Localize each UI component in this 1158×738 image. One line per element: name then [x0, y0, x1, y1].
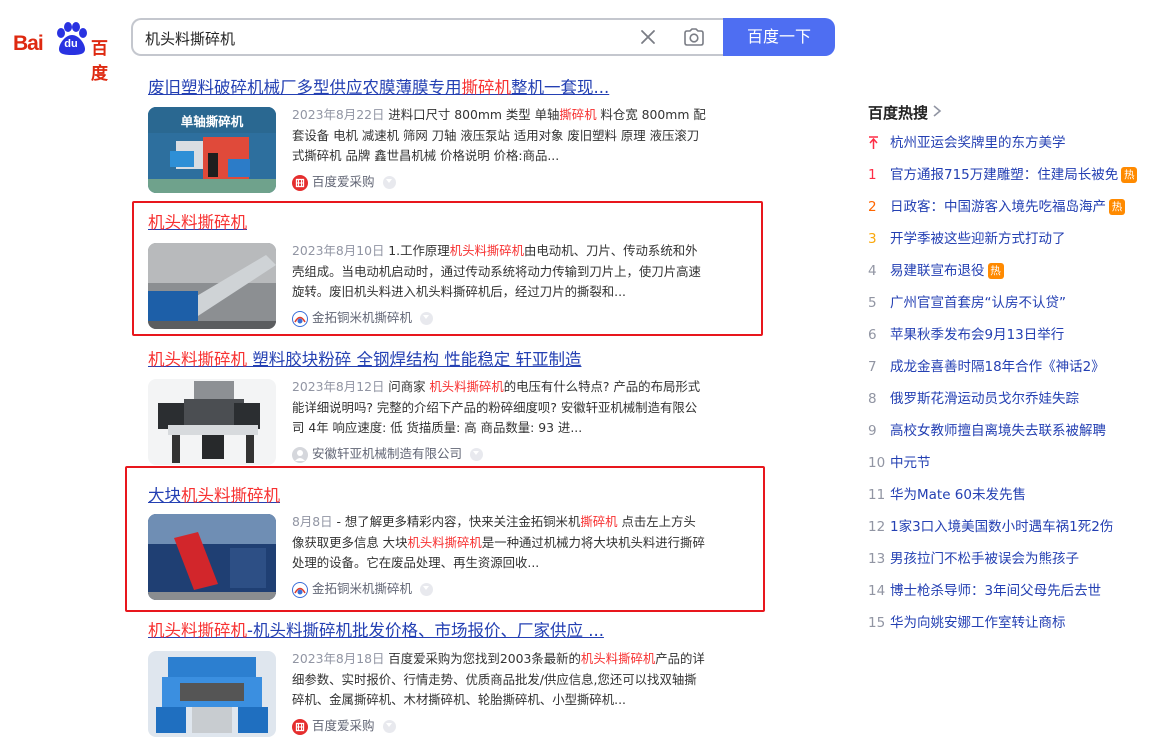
result-abstract: 8月8日 - 想了解更多精彩内容，快来关注金拓铜米机撕碎机 点击左上方头像获取更… — [292, 514, 705, 570]
hot-badge: 热 — [1121, 167, 1138, 183]
hot-item[interactable]: 4 易建联宣布退役热 — [868, 261, 1004, 281]
logo-du: du — [64, 38, 78, 50]
hot-item[interactable]: 11 华为Mate 60未发先售 — [868, 485, 1026, 505]
hot-item[interactable]: 8 俄罗斯花滑运动员戈尔乔娃失踪 — [868, 389, 1079, 409]
hot-item[interactable]: 6 苹果秋季发布会9月13日举行 — [868, 325, 1064, 345]
result-title-link[interactable]: 机头料撕碎机 — [148, 212, 718, 234]
result-thumbnail[interactable] — [148, 651, 276, 737]
hot-item[interactable]: 14 博士枪杀导师：3年间父母先后去世 — [868, 581, 1101, 601]
aicaigou-icon — [292, 174, 308, 191]
dropdown-icon[interactable] — [420, 583, 434, 596]
hot-item[interactable]: 7 成龙金喜善时隔18年合作《神话2》 — [868, 357, 1105, 377]
hot-item[interactable]: 1 官方通报715万建雕塑：住建局长被免热 — [868, 165, 1138, 185]
result-source[interactable]: 百度爱采购 — [292, 173, 396, 191]
result-abstract: 2023年8月10日 1.工作原理机头料撕碎机由电动机、刀片、传动系统和外壳组成… — [292, 243, 701, 299]
search-box — [131, 18, 723, 56]
dropdown-icon[interactable] — [382, 720, 396, 733]
search-result: 废旧塑料破碎机械厂多型供应农膜薄膜专用撕碎机整机一套现... 单轴撕碎机 202… — [148, 77, 718, 193]
aicaigou-icon — [292, 718, 308, 735]
hot-search-title[interactable]: 百度热搜 — [868, 102, 928, 123]
result-source[interactable]: 金拓铜米机撕碎机 — [292, 580, 434, 598]
dropdown-icon[interactable] — [420, 312, 434, 325]
camera-icon[interactable] — [683, 27, 705, 47]
result-thumbnail[interactable] — [148, 514, 276, 600]
pin-top-icon — [869, 136, 878, 149]
search-result: 机头料撕碎机-机头料撕碎机批发价格、市场报价、厂家供应 ... 2023年8月1… — [148, 620, 718, 737]
search-input[interactable] — [145, 27, 625, 49]
hot-item[interactable]: 15 华为向姚安娜工作室转让商标 — [868, 613, 1066, 633]
result-title-link[interactable]: 机头料撕碎机 塑料胶块粉碎 全钢焊结构 性能稳定 轩亚制造 — [148, 349, 718, 371]
logo-chinese: 百度 — [91, 39, 108, 84]
hot-item[interactable]: 5 广州官宣首套房“认房不认贷” — [868, 293, 1066, 313]
result-source[interactable]: 百度爱采购 — [292, 717, 396, 735]
hot-item[interactable]: 12 1家3口入境美国数小时遇车祸1死2伤 — [868, 517, 1113, 537]
result-thumbnail[interactable] — [148, 243, 276, 329]
dropdown-icon[interactable] — [382, 176, 396, 189]
search-button[interactable]: 百度一下 — [723, 18, 835, 56]
hot-item[interactable]: 3 开学季被这些迎新方式打动了 — [868, 229, 1066, 249]
jintuo-logo-icon — [292, 310, 308, 327]
jintuo-logo-icon — [292, 581, 308, 598]
chevron-right-icon[interactable] — [932, 104, 942, 118]
hot-item[interactable]: 2 日政客：中国游客入境先吃福岛海产热 — [868, 197, 1125, 217]
result-abstract: 2023年8月18日 百度爱采购为您找到2003条最新的机头料撕碎机产品的详细参… — [292, 651, 705, 707]
result-source[interactable]: 安徽轩亚机械制造有限公司 — [292, 445, 484, 463]
clear-icon[interactable] — [639, 28, 657, 46]
result-abstract: 2023年8月12日 问商家 机头料撕碎机的电压有什么特点? 产品的布局形式能详… — [292, 379, 701, 435]
hot-item[interactable]: 9 高校女教师擅自离境失去联系被解聘 — [868, 421, 1106, 441]
result-abstract: 2023年8月22日 进料口尺寸 800mm 类型 单轴撕碎机 料仓宽 800m… — [292, 107, 706, 163]
result-title-link[interactable]: 机头料撕碎机-机头料撕碎机批发价格、市场报价、厂家供应 ... — [148, 620, 718, 642]
dropdown-icon[interactable] — [470, 448, 484, 461]
result-title-link[interactable]: 大块机头料撕碎机 — [148, 485, 718, 507]
result-thumbnail[interactable]: 单轴撕碎机 — [148, 107, 276, 193]
thumb-caption: 单轴撕碎机 — [180, 114, 244, 129]
result-source[interactable]: 金拓铜米机撕碎机 — [292, 309, 434, 327]
result-thumbnail[interactable] — [148, 379, 276, 465]
search-result: 机头料撕碎机 塑料胶块粉碎 全钢焊结构 性能稳定 轩亚制造 2023年8月12日… — [148, 349, 718, 465]
hot-item[interactable]: 杭州亚运会奖牌里的东方美学 — [868, 133, 1066, 153]
hot-badge: 热 — [987, 263, 1004, 279]
search-result: 机头料撕碎机 2023年8月10日 1.工作原理机头料撕碎机由电动机、刀片、传动… — [148, 212, 718, 329]
logo-latin: Bai — [13, 32, 44, 55]
hot-item[interactable]: 13 男孩拉门不松手被误会为熊孩子 — [868, 549, 1079, 569]
baidu-logo[interactable]: Bai du 百度 — [13, 22, 117, 84]
hot-badge: 热 — [1109, 199, 1125, 215]
result-title-link[interactable]: 废旧塑料破碎机械厂多型供应农膜薄膜专用撕碎机整机一套现... — [148, 77, 718, 99]
company-avatar-icon — [292, 446, 308, 463]
hot-item[interactable]: 10 中元节 — [868, 453, 931, 473]
search-result: 大块机头料撕碎机 8月8日 - 想了解更多精彩内容，快来关注金拓铜米机撕碎机 点… — [148, 485, 718, 600]
